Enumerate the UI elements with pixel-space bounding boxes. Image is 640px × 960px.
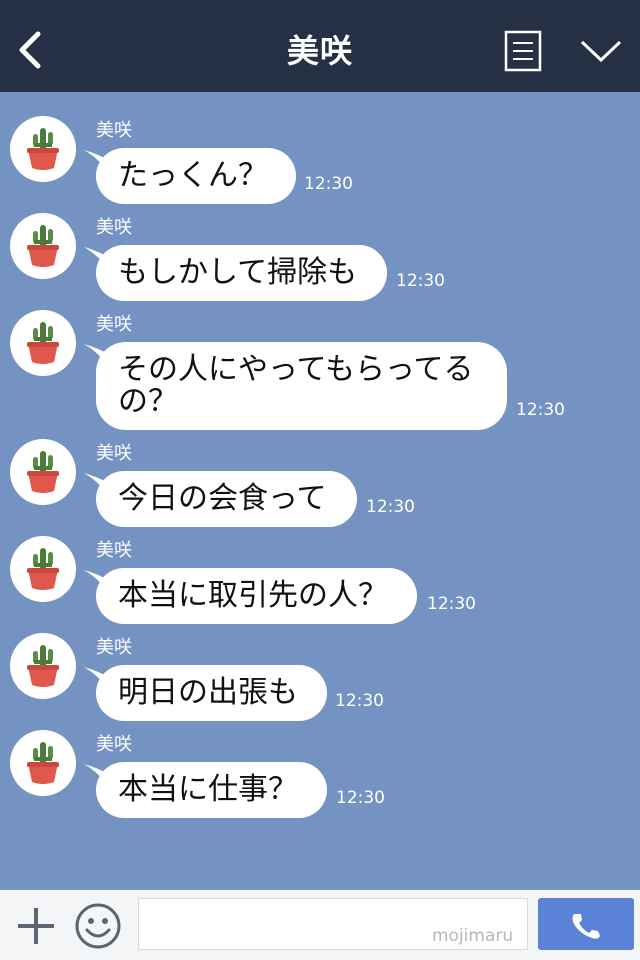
watermark: mojimaru [432,926,514,946]
menu-list-icon [504,30,542,72]
message-time: 12:30 [336,788,385,808]
cactus-icon [27,322,59,364]
chevron-down-icon [580,40,622,63]
cactus-icon [27,451,59,493]
sender-name: 美咲 [96,637,132,658]
cactus-icon [27,225,59,267]
avatar[interactable] [10,213,76,279]
message-bubble[interactable]: 本当に仕事？ [96,762,327,818]
avatar[interactable] [10,310,76,376]
sender-name: 美咲 [96,120,132,141]
message-time: 12:30 [366,497,415,517]
chat-title: 美咲 [286,32,353,70]
sender-name: 美咲 [96,314,132,335]
cactus-icon [27,645,59,687]
message-bubble[interactable]: その人にやってもらってる の？ [96,342,507,430]
cactus-icon [27,742,59,784]
message-time: 12:30 [396,271,445,291]
message-time: 12:30 [427,594,476,614]
avatar[interactable] [10,633,76,699]
avatar[interactable] [10,730,76,796]
sender-name: 美咲 [96,540,132,561]
chat-header: 美咲 [0,0,640,92]
plus-icon [18,908,54,944]
message-bubble[interactable]: 本当に取引先の人？ [96,568,417,624]
message-time: 12:30 [335,691,384,711]
chat-area[interactable]: 美咲 たっくん？ 12:30 美咲 もしかして掃除も 12:30 美咲 その人に… [0,92,640,890]
sender-name: 美咲 [96,734,132,755]
menu-button[interactable] [504,30,542,72]
phone-icon [572,914,600,939]
message-text-line: その人にやってもらってる [118,352,474,387]
call-button[interactable] [538,898,634,950]
cactus-icon [27,548,59,590]
sender-name: 美咲 [96,217,132,238]
add-button[interactable] [14,904,58,948]
message-bubble[interactable]: たっくん？ [96,148,296,204]
message-text-line: の？ [118,384,178,419]
message-bubble[interactable]: 明日の出張も [96,665,327,721]
sender-name: 美咲 [96,443,132,464]
emoji-button[interactable] [74,902,122,950]
avatar[interactable] [10,116,76,182]
smiley-icon [75,903,121,949]
message-time: 12:30 [304,174,353,194]
message-bubble[interactable]: もしかして掃除も [96,245,387,301]
avatar[interactable] [10,536,76,602]
collapse-button[interactable] [578,34,624,66]
message-bubble[interactable]: 今日の会食って [96,471,357,527]
cactus-icon [27,128,59,170]
avatar[interactable] [10,439,76,505]
message-time: 12:30 [516,400,565,420]
